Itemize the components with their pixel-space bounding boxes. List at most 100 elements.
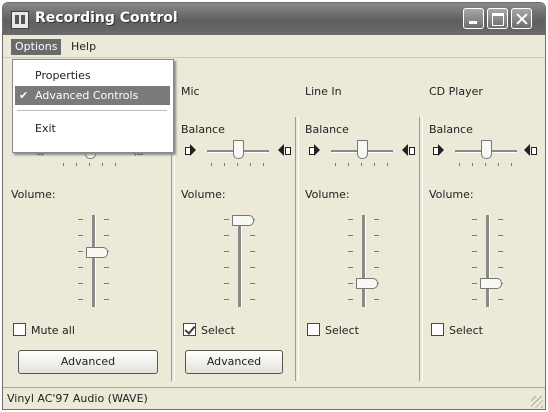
volume-tick	[472, 219, 477, 220]
volume-tick	[498, 251, 503, 252]
menu-bar: Options Help	[3, 35, 545, 58]
right-speaker-icon	[523, 144, 537, 157]
balance-tick	[89, 163, 90, 166]
volume-tick	[374, 251, 379, 252]
volume-label: Volume:	[305, 188, 350, 201]
volume-tick	[78, 219, 83, 220]
volume-tick	[498, 267, 503, 268]
advanced-button[interactable]: Advanced	[18, 350, 158, 374]
menu-item-properties[interactable]: Properties	[15, 66, 170, 85]
menu-options[interactable]: Options	[11, 39, 62, 55]
window-title: Recording Control	[35, 10, 178, 26]
balance-tick	[348, 163, 349, 166]
volume-track[interactable]	[92, 215, 96, 307]
volume-track[interactable]	[362, 215, 366, 307]
select-label: Select	[201, 324, 235, 337]
line-in-select-checkbox[interactable]	[307, 323, 320, 336]
balance-slider-thumb[interactable]	[480, 140, 492, 159]
mic-column: Mic Balance Volume: Select Advanced	[181, 65, 293, 383]
volume-tick	[250, 299, 255, 300]
volume-tick	[78, 299, 83, 300]
maximize-button[interactable]	[487, 8, 508, 29]
mic-select-checkbox[interactable]	[183, 323, 196, 336]
check-mark-icon: ✔	[19, 89, 29, 102]
left-speaker-icon	[309, 144, 322, 157]
menu-item-exit[interactable]: Exit	[15, 119, 170, 138]
right-speaker-icon	[277, 144, 291, 157]
volume-tick	[498, 299, 503, 300]
menu-item-advanced-controls[interactable]: ✔ Advanced Controls	[15, 86, 170, 105]
balance-tick	[485, 163, 486, 166]
balance-label: Balance	[429, 123, 473, 136]
volume-tick	[472, 267, 477, 268]
title-bar[interactable]: Recording Control	[3, 3, 545, 35]
volume-slider-thumb[interactable]	[480, 278, 502, 290]
balance-tick	[237, 163, 238, 166]
volume-track[interactable]	[486, 215, 490, 307]
minimize-button[interactable]	[463, 8, 484, 29]
mute-all-label: Mute all	[31, 324, 75, 337]
select-label: Select	[325, 324, 359, 337]
balance-tick	[374, 163, 375, 166]
advanced-button[interactable]: Advanced	[185, 350, 283, 374]
volume-label: Volume:	[11, 188, 56, 201]
volume-tick	[250, 251, 255, 252]
volume-slider-thumb[interactable]	[356, 278, 378, 290]
balance-tick	[102, 163, 103, 166]
volume-tick	[348, 299, 353, 300]
balance-tick	[115, 163, 116, 166]
balance-tick	[335, 163, 336, 166]
select-label: Select	[449, 324, 483, 337]
volume-tick	[224, 251, 229, 252]
volume-tick	[78, 267, 83, 268]
volume-tick	[374, 299, 379, 300]
column-separator	[295, 117, 299, 381]
volume-tick	[348, 251, 353, 252]
volume-slider-thumb[interactable]	[232, 215, 254, 226]
volume-tick	[250, 267, 255, 268]
volume-label: Volume:	[181, 188, 226, 201]
recording-control-window: Recording Control Options Help Volume: M…	[2, 2, 546, 410]
balance-slider-thumb[interactable]	[356, 140, 368, 159]
volume-tick	[78, 235, 83, 236]
balance-tick	[511, 163, 512, 166]
left-speaker-icon	[185, 144, 198, 157]
balance-tick	[224, 163, 225, 166]
volume-app-icon[interactable]	[11, 11, 29, 29]
volume-tick	[78, 283, 83, 284]
volume-tick	[472, 235, 477, 236]
channel-name: Line In	[305, 85, 342, 98]
options-dropdown-menu: Properties ✔ Advanced Controls Exit	[12, 59, 174, 153]
volume-tick	[224, 219, 229, 220]
volume-tick	[348, 267, 353, 268]
volume-tick	[224, 267, 229, 268]
volume-tick	[472, 251, 477, 252]
balance-tick	[459, 163, 460, 166]
balance-label: Balance	[181, 123, 225, 136]
volume-tick	[374, 235, 379, 236]
volume-tick	[104, 267, 109, 268]
balance-slider-thumb[interactable]	[232, 140, 244, 159]
volume-tick	[472, 299, 477, 300]
balance-tick	[211, 163, 212, 166]
cd-player-column: CD Player Balance Volume: Select	[429, 65, 537, 383]
volume-tick	[224, 235, 229, 236]
channel-name: CD Player	[429, 85, 483, 98]
close-button[interactable]	[511, 8, 532, 29]
balance-tick	[472, 163, 473, 166]
line-in-column: Line In Balance Volume: Select	[305, 65, 417, 383]
balance-tick	[250, 163, 251, 166]
mute-all-checkbox[interactable]	[13, 323, 26, 336]
volume-track[interactable]	[238, 215, 242, 307]
balance-label: Balance	[305, 123, 349, 136]
volume-label: Volume:	[429, 188, 474, 201]
cd-player-select-checkbox[interactable]	[431, 323, 444, 336]
resize-grip-icon[interactable]	[531, 396, 543, 408]
device-status-text: Vinyl AC'97 Audio (WAVE)	[7, 392, 148, 405]
menu-help[interactable]: Help	[67, 39, 100, 55]
volume-tick	[104, 235, 109, 236]
left-speaker-icon	[433, 144, 446, 157]
volume-tick	[104, 219, 109, 220]
volume-tick	[348, 219, 353, 220]
volume-slider-thumb[interactable]	[86, 247, 108, 259]
